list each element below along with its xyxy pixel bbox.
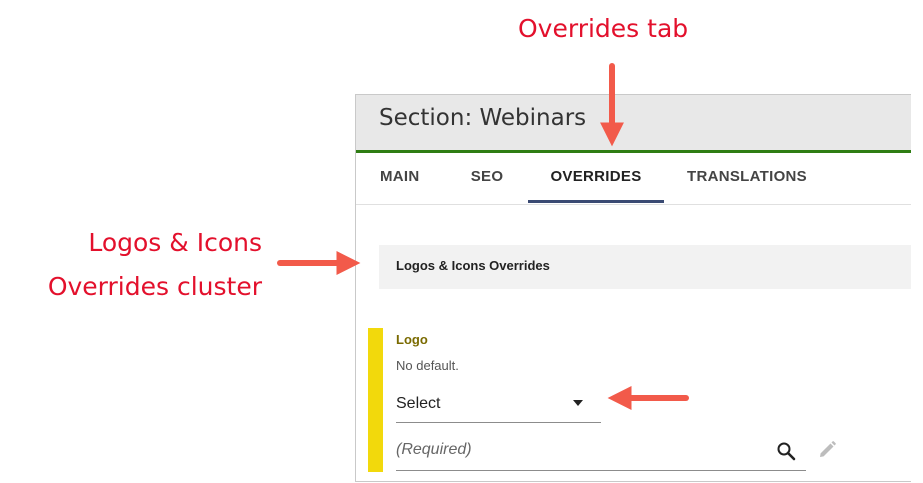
search-icon[interactable]: [776, 441, 796, 466]
callout-overrides-tab: Overrides tab: [518, 14, 689, 43]
cluster-title: Logos & Icons Overrides: [396, 258, 550, 273]
field-help-text: No default.: [396, 358, 459, 373]
tab-overrides[interactable]: OVERRIDES: [528, 153, 664, 203]
logo-field: Logo No default. Select: [368, 328, 908, 472]
pencil-icon[interactable]: [817, 440, 837, 465]
panel-header: Section: Webinars: [356, 95, 911, 153]
callout-cluster-line2: Overrides cluster: [47, 272, 262, 301]
logo-select[interactable]: Select: [396, 384, 601, 423]
tab-main[interactable]: MAIN: [356, 153, 444, 202]
logo-input-wrapper: [396, 432, 806, 471]
tab-bar: MAIN SEO OVERRIDES TRANSLATIONS: [356, 153, 911, 205]
callout-cluster-line1: Logos & Icons: [88, 228, 262, 257]
logos-icons-overrides-cluster[interactable]: Logos & Icons Overrides: [379, 245, 911, 289]
select-value: Select: [396, 395, 441, 412]
caret-down-icon: [573, 400, 583, 406]
logo-input[interactable]: [396, 438, 766, 462]
required-indicator-bar: [368, 328, 383, 472]
tab-translations[interactable]: TRANSLATIONS: [672, 153, 822, 202]
page-title: Section: Webinars: [379, 105, 587, 131]
section-panel: Section: Webinars MAIN SEO OVERRIDES TRA…: [355, 94, 911, 482]
tab-seo[interactable]: SEO: [456, 153, 518, 202]
field-label: Logo: [396, 332, 428, 347]
